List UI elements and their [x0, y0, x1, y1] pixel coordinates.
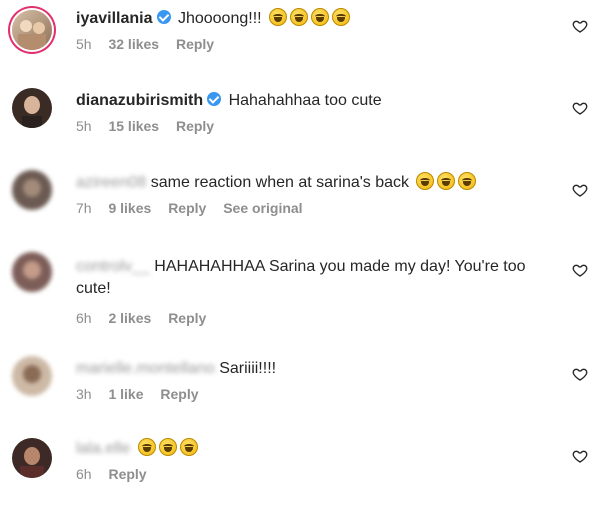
heart-outline-icon[interactable]: [572, 182, 588, 198]
avatar[interactable]: [12, 88, 52, 128]
comment-item: controlv__ HAHAHAHHAA Sarina you made my…: [0, 244, 600, 336]
comment-username[interactable]: controlv__: [76, 258, 150, 275]
comment-item: marielle.montellano Sariiii!!!! 3h 1 lik…: [0, 350, 600, 424]
verified-badge-icon: [207, 92, 222, 106]
comment-likes[interactable]: 9 likes: [108, 200, 151, 216]
tears-of-joy-emoji: [332, 8, 351, 26]
see-original-link[interactable]: See original: [223, 200, 302, 216]
tears-of-joy-emoji: [137, 438, 156, 456]
comment-text: Hahahahhaa too cute: [228, 92, 382, 109]
avatar-image: [23, 261, 41, 279]
comment-time: 7h: [76, 200, 92, 216]
reply-button[interactable]: Reply: [176, 36, 214, 52]
comment-text: Jhoooong!!!: [177, 10, 262, 27]
avatar[interactable]: [12, 356, 52, 396]
heart-outline-icon[interactable]: [572, 262, 588, 278]
comment-likes[interactable]: 15 likes: [108, 118, 159, 134]
heart-outline-icon[interactable]: [572, 448, 588, 464]
avatar[interactable]: [12, 10, 52, 50]
comment-text: Sariiii!!!!: [219, 360, 277, 377]
comment-item: iyavillania Jhoooong!!! 5h 32 likes Repl…: [0, 0, 600, 76]
avatar[interactable]: [12, 170, 52, 210]
heart-outline-icon[interactable]: [572, 18, 588, 34]
comment-item: lala.elle 6h Reply: [0, 432, 600, 508]
comment-likes[interactable]: 32 likes: [108, 36, 159, 52]
comment-time: 6h: [76, 466, 92, 482]
heart-outline-icon[interactable]: [572, 100, 588, 116]
comment-likes[interactable]: 1 like: [108, 386, 143, 402]
comment-time: 3h: [76, 386, 92, 402]
reply-button[interactable]: Reply: [168, 200, 206, 216]
reply-button[interactable]: Reply: [108, 466, 146, 482]
tears-of-joy-emoji: [311, 8, 330, 26]
avatar-image: [23, 365, 41, 383]
tears-of-joy-emoji: [290, 8, 309, 26]
comment-username[interactable]: marielle.montellano: [76, 360, 215, 377]
comment-item: azireen08 same reaction when at sarina's…: [0, 162, 600, 238]
comment-username[interactable]: dianazubirismith: [76, 92, 203, 109]
avatar-image: [20, 447, 44, 478]
reply-button[interactable]: Reply: [160, 386, 198, 402]
avatar-image: [22, 96, 42, 128]
comment-time: 5h: [76, 36, 92, 52]
comment-item: dianazubirismith Hahahahhaa too cute 5h …: [0, 80, 600, 156]
tears-of-joy-emoji: [158, 438, 177, 456]
avatar[interactable]: [12, 438, 52, 478]
tears-of-joy-emoji: [437, 172, 456, 190]
reply-button[interactable]: Reply: [176, 118, 214, 134]
heart-outline-icon[interactable]: [572, 366, 588, 382]
avatar-image: [18, 20, 46, 50]
comment-username[interactable]: lala.elle: [76, 440, 130, 457]
verified-badge-icon: [156, 10, 171, 24]
comment-username[interactable]: iyavillania: [76, 10, 153, 27]
comment-time: 5h: [76, 118, 92, 134]
avatar-image: [23, 179, 41, 197]
avatar[interactable]: [12, 252, 52, 292]
tears-of-joy-emoji: [416, 172, 435, 190]
tears-of-joy-emoji: [179, 438, 198, 456]
tears-of-joy-emoji: [269, 8, 288, 26]
tears-of-joy-emoji: [458, 172, 477, 190]
comment-text: same reaction when at sarina's back: [150, 174, 410, 191]
reply-button[interactable]: Reply: [168, 310, 206, 326]
comment-likes[interactable]: 2 likes: [108, 310, 151, 326]
comment-time: 6h: [76, 310, 92, 326]
comment-username[interactable]: azireen08: [76, 174, 146, 191]
